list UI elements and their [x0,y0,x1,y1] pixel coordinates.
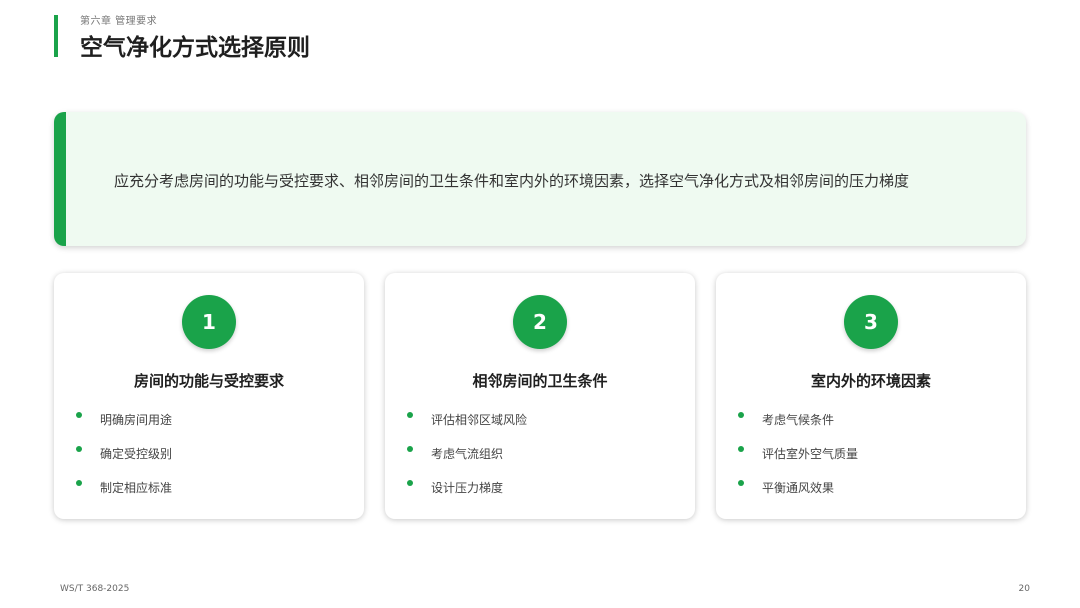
footer-standard-code: WS/T 368-2025 [60,584,130,594]
card-room-function: 1 房间的功能与受控要求 明确房间用途 确定受控级别 制定相应标准 [54,273,364,519]
list-item-text: 评估室外空气质量 [762,447,859,461]
bullet-dot-icon [738,446,744,452]
page-number: 20 [1018,584,1030,594]
bullet-dot-icon [76,446,82,452]
card-adjacent-hygiene: 2 相邻房间的卫生条件 评估相邻区域风险 考虑气流组织 设计压力梯度 [385,273,695,519]
card-title: 相邻房间的卫生条件 [472,372,608,390]
bullet-dot-icon [738,480,744,486]
list-item-text: 考虑气候条件 [762,413,835,427]
bullet-dot-icon [407,412,413,418]
title-accent-bar [54,15,58,57]
number-badge: 2 [513,295,567,349]
chapter-label: 第六章 管理要求 [80,16,158,27]
slide: 第六章 管理要求 空气净化方式选择原则 应充分考虑房间的功能与受控要求、相邻房间… [0,0,1080,608]
list-item-text: 平衡通风效果 [762,481,835,495]
principle-callout: 应充分考虑房间的功能与受控要求、相邻房间的卫生条件和室内外的环境因素，选择空气净… [54,112,1026,246]
card-environment-factors: 3 室内外的环境因素 考虑气候条件 评估室外空气质量 平衡通风效果 [716,273,1026,519]
principle-text: 应充分考虑房间的功能与受控要求、相邻房间的卫生条件和室内外的环境因素，选择空气净… [114,172,910,190]
list-item-text: 明确房间用途 [100,413,173,427]
principle-accent-bar [54,112,66,246]
bullet-dot-icon [407,446,413,452]
bullet-dot-icon [76,412,82,418]
number-badge: 3 [844,295,898,349]
card-title: 室内外的环境因素 [810,372,931,390]
bullet-dot-icon [76,480,82,486]
card-title: 房间的功能与受控要求 [133,372,284,390]
list-item-text: 制定相应标准 [100,481,173,495]
page-title: 空气净化方式选择原则 [80,34,310,61]
number-badge: 1 [182,295,236,349]
list-item-text: 考虑气流组织 [431,447,504,461]
bullet-dot-icon [407,480,413,486]
list-item-text: 评估相邻区域风险 [431,413,528,427]
bullet-dot-icon [738,412,744,418]
list-item-text: 确定受控级别 [100,447,173,461]
list-item-text: 设计压力梯度 [431,481,504,495]
